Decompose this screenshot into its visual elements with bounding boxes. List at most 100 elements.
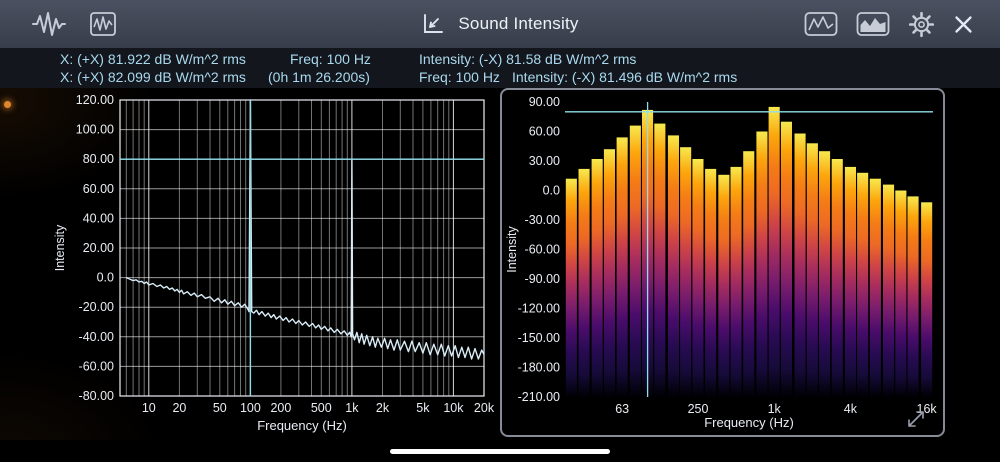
settings-button[interactable] [908,11,935,38]
home-indicator[interactable] [390,449,610,454]
close-icon [955,15,972,33]
waveform-icon [32,12,66,36]
svg-text:0.0: 0.0 [97,271,114,285]
waveform-file-icon [90,12,116,36]
toolbar-left-group [32,11,118,37]
octave-bar [780,121,792,397]
octave-bar [692,159,704,397]
svg-text:10k: 10k [443,401,464,415]
svg-text:4k: 4k [844,402,858,416]
toolbar-right-group [804,11,974,38]
octave-bar [705,168,717,397]
svg-text:-60.00: -60.00 [525,243,560,257]
svg-text:60.00: 60.00 [83,182,114,196]
octave-bar [565,178,577,397]
svg-text:120.00: 120.00 [76,93,114,107]
toolbar: Sound Intensity [0,0,1000,49]
recording-indicator-dot [4,101,11,108]
octave-bar [869,178,881,397]
svg-text:5k: 5k [416,401,430,415]
toolbar-center-group: Sound Intensity [421,12,578,36]
gear-icon [908,11,935,37]
svg-text:100: 100 [240,401,261,415]
octave-bar [844,166,856,397]
octave-bar [591,159,603,397]
readout-freq: Freq: 100 Hz [290,51,371,67]
octave-spectrum-panel[interactable]: 90.00 60.00 30.00 0.0 -30.00 -60.00 -90.00 -120… [500,88,945,437]
octave-bar [578,168,590,397]
svg-text:80.00: 80.00 [83,152,114,166]
cursor-readout-bar: X: (+X) 81.922 dB W/m^2 rms Freq: 100 Hz… [0,48,1000,88]
octave-bar [806,143,818,397]
octave-bar [730,166,742,397]
area-chart-icon [856,12,890,36]
waveform-file-button[interactable] [88,11,118,37]
octave-bar [907,196,919,397]
line-chart-canvas: 120.00 100.00 80.00 60.00 40.00 20.00 0.0 -20.0… [53,93,495,433]
bar-chart-canvas: 90.00 60.00 30.00 0.0 -30.00 -60.00 -90.00 -120… [505,95,938,430]
svg-text:1k: 1k [345,401,359,415]
svg-text:200: 200 [270,401,291,415]
svg-text:20.00: 20.00 [83,241,114,255]
svg-text:40.00: 40.00 [83,211,114,225]
page-title: Sound Intensity [458,14,579,33]
svg-text:100.00: 100.00 [76,123,114,137]
octave-bar [603,149,615,397]
svg-text:10: 10 [142,401,156,415]
svg-text:-90.00: -90.00 [525,272,560,286]
chart-cursor-icon[interactable] [421,12,445,36]
octave-bar [794,133,806,397]
svg-text:-120.00: -120.00 [518,302,560,316]
octave-bar [743,151,755,397]
octave-bar [883,184,895,397]
svg-text:0.0: 0.0 [543,184,560,198]
svg-text:-20.00: -20.00 [79,300,114,314]
octave-bar [616,137,628,397]
readout-intensity-average: Intensity: (-X) 81.496 dB W/m^2 rms [512,69,738,85]
octave-bar [756,131,768,397]
svg-text:60.00: 60.00 [529,125,560,139]
svg-text:-180.00: -180.00 [518,361,560,375]
octave-bar [857,172,869,397]
svg-text:-210.00: -210.00 [518,390,560,404]
svg-text:250: 250 [688,402,709,416]
line-chart-icon [804,12,838,36]
svg-text:Frequency (Hz): Frequency (Hz) [257,418,347,433]
svg-text:-60.00: -60.00 [79,359,114,373]
svg-text:Intensity: Intensity [505,225,519,272]
octave-bar [831,159,843,397]
intensity-trace [126,99,485,360]
octave-bar [921,202,933,397]
readout-freq-2: Freq: 100 Hz [419,69,500,85]
readout-elapsed-time: (0h 1m 26.200s) [268,69,370,85]
svg-text:-80.00: -80.00 [79,389,114,403]
svg-text:50: 50 [213,401,227,415]
svg-text:90.00: 90.00 [529,95,560,109]
svg-text:20k: 20k [474,401,495,415]
svg-text:1k: 1k [768,402,782,416]
svg-text:30.00: 30.00 [529,154,560,168]
svg-text:16k: 16k [917,402,938,416]
octave-bar [667,135,679,397]
line-chart-view-button[interactable] [804,11,838,37]
octave-bar [654,123,666,397]
octave-bar [718,174,730,397]
area-chart-view-button[interactable] [856,11,890,37]
octave-bar [895,190,907,397]
octave-bar [768,106,780,398]
svg-text:2k: 2k [376,401,390,415]
svg-text:Frequency (Hz): Frequency (Hz) [704,415,794,430]
intensity-spectrum-line-chart[interactable]: 120.00 100.00 80.00 60.00 40.00 20.00 0.0 -20.0… [50,88,500,440]
svg-text:-150.00: -150.00 [518,331,560,345]
octave-bar [629,125,641,397]
svg-text:-30.00: -30.00 [525,213,560,227]
octave-bar [819,151,831,397]
readout-intensity-cursor: Intensity: (-X) 81.58 dB W/m^2 rms [419,51,637,67]
svg-text:63: 63 [615,402,629,416]
octave-bar [680,147,692,397]
close-button[interactable] [953,14,974,35]
svg-text:500: 500 [311,401,332,415]
svg-text:-40.00: -40.00 [79,330,114,344]
readout-x-average: X: (+X) 82.099 dB W/m^2 rms [60,69,246,85]
waveform-tool-button[interactable] [32,11,66,37]
